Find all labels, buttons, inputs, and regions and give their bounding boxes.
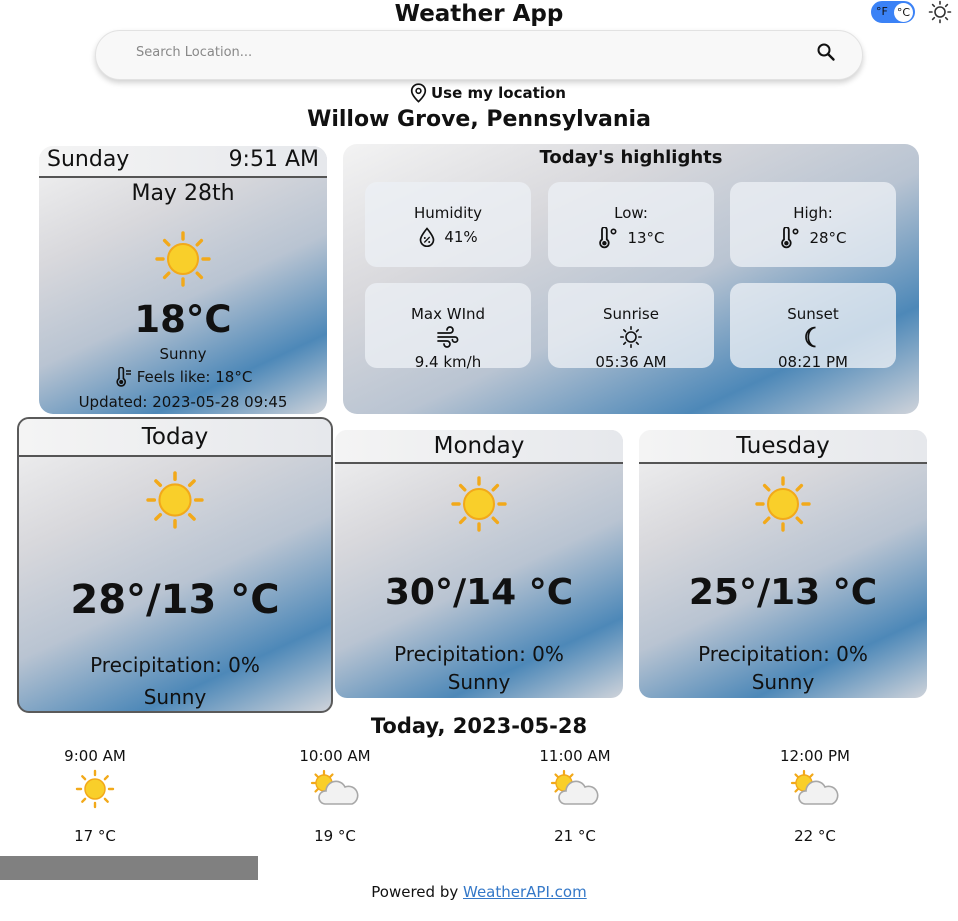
forecast-card-monday[interactable]: Monday 30°/14 °C Precipitation: 0% Sunny <box>335 430 623 698</box>
location-pin-icon <box>410 83 427 103</box>
sun-icon <box>451 476 507 532</box>
wind-icon <box>437 326 459 348</box>
partly-cloudy-icon <box>790 769 839 805</box>
horizontal-scrollbar[interactable] <box>0 856 258 880</box>
hour-temperature: 19 °C <box>314 827 356 845</box>
use-my-location-button[interactable]: Use my location <box>410 82 566 104</box>
hour-temperature: 21 °C <box>554 827 596 845</box>
humidity-drop-icon <box>419 227 435 247</box>
forecast-precipitation: Precipitation: 0% <box>90 653 260 677</box>
high-card: High: 28°C <box>730 182 896 267</box>
humidity-row: 41% <box>365 227 531 247</box>
hour-time: 11:00 AM <box>539 747 611 765</box>
sunrise-value: 05:36 AM <box>595 353 667 371</box>
forecast-precipitation: Precipitation: 0% <box>394 642 564 666</box>
thermometer-icon <box>116 367 131 387</box>
sunset-card: Sunset 08:21 PM <box>730 283 896 371</box>
app-title: Weather App <box>394 1 564 27</box>
hour-temperature: 22 °C <box>794 827 836 845</box>
current-temperature: 18°C <box>134 298 232 341</box>
forecast-condition: Sunny <box>751 670 815 694</box>
celsius-label[interactable]: °C <box>894 3 913 22</box>
location-name: Willow Grove, Pennsylvania <box>307 107 651 132</box>
sunset-label: Sunset <box>787 305 839 323</box>
current-time: 9:51 AM <box>228 147 319 172</box>
sunrise-label: Sunrise <box>603 305 659 323</box>
max-wind-label: Max WInd <box>410 305 486 323</box>
max-wind-card: Max WInd 9.4 km/h <box>365 283 531 371</box>
low-value: 13°C <box>627 229 665 247</box>
hour-time: 9:00 AM <box>64 747 126 765</box>
fahrenheit-label[interactable]: °F <box>876 5 888 18</box>
feels-like-text: Feels like: 18°C <box>136 368 253 386</box>
thermometer-icon <box>781 227 799 249</box>
footer: Powered by WeatherAPI.com <box>0 883 958 901</box>
theme-toggle-sun-icon[interactable] <box>928 0 952 24</box>
forecast-temperature: 30°/14 °C <box>384 572 574 613</box>
forecast-day: Monday <box>335 430 623 464</box>
low-label: Low: <box>614 204 648 222</box>
high-value: 28°C <box>809 229 847 247</box>
sun-icon <box>75 769 115 809</box>
humidity-card: Humidity 41% <box>365 182 531 267</box>
forecast-temperature: 25°/13 °C <box>688 572 878 613</box>
moon-icon <box>805 326 816 348</box>
forecast-temperature: 28°/13 °C <box>70 577 280 623</box>
current-date: May 28th <box>131 181 235 206</box>
unit-toggle[interactable]: °F °C <box>871 1 915 23</box>
current-weather-card: Sunday 9:51 AM May 28th 18°C Sunny Feels… <box>39 146 327 414</box>
forecast-day: Today <box>19 419 331 457</box>
partly-cloudy-icon <box>310 769 359 805</box>
forecast-day: Tuesday <box>639 430 927 464</box>
sunset-value: 08:21 PM <box>778 353 848 371</box>
current-day: Sunday <box>47 147 130 172</box>
sun-icon <box>155 231 211 287</box>
hour-temperature: 17 °C <box>74 827 116 845</box>
hour-time: 10:00 AM <box>299 747 371 765</box>
humidity-value: 41% <box>444 228 478 246</box>
updated-timestamp: Updated: 2023-05-28 09:45 <box>78 393 288 411</box>
sun-icon <box>146 471 204 529</box>
search-icon[interactable] <box>816 42 836 62</box>
sun-icon <box>755 476 811 532</box>
low-card: Low: 13°C <box>548 182 714 267</box>
forecast-condition: Sunny <box>447 670 511 694</box>
current-condition: Sunny <box>159 345 207 363</box>
search-bar[interactable] <box>95 30 863 80</box>
thermometer-icon <box>599 227 617 249</box>
highlights-title: Today's highlights <box>539 147 723 168</box>
max-wind-value: 9.4 km/h <box>414 353 482 371</box>
forecast-condition: Sunny <box>143 685 207 709</box>
forecast-precipitation: Precipitation: 0% <box>698 642 868 666</box>
feels-like: Feels like: 18°C <box>39 367 327 387</box>
hour-time: 12:00 PM <box>780 747 850 765</box>
hourly-title: Today, 2023-05-28 <box>370 714 588 738</box>
current-header: Sunday 9:51 AM <box>39 146 327 178</box>
highlights-panel: Today's highlights Humidity 41% Low: 13°… <box>343 144 919 414</box>
high-row: 28°C <box>730 227 896 249</box>
forecast-card-today[interactable]: Today 28°/13 °C Precipitation: 0% Sunny <box>17 417 333 713</box>
search-input[interactable] <box>136 45 736 60</box>
low-row: 13°C <box>548 227 714 249</box>
footer-prefix: Powered by <box>371 883 463 901</box>
sunrise-card: Sunrise 05:36 AM <box>548 283 714 371</box>
weatherapi-link[interactable]: WeatherAPI.com <box>463 883 587 901</box>
high-label: High: <box>793 204 833 222</box>
partly-cloudy-icon <box>550 769 599 805</box>
humidity-label: Humidity <box>413 204 482 222</box>
forecast-card-tuesday[interactable]: Tuesday 25°/13 °C Precipitation: 0% Sunn… <box>639 430 927 698</box>
sun-outline-icon <box>619 326 643 348</box>
use-location-label: Use my location <box>431 84 566 102</box>
